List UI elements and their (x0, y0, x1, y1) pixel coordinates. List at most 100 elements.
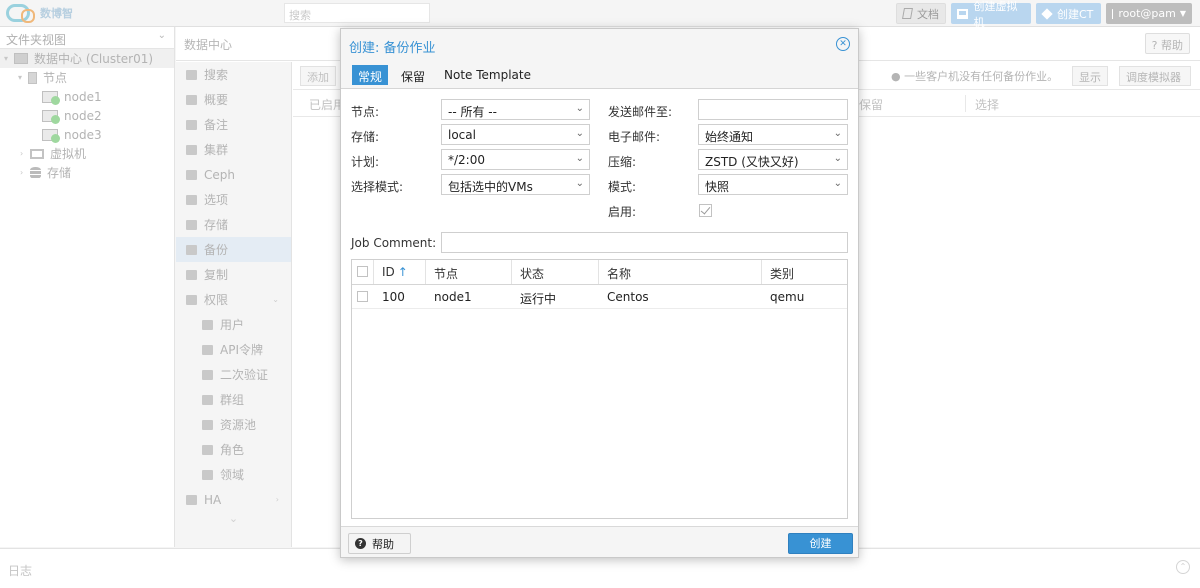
vm-table-header: ID ↑ 节点 状态 名称 类别 (352, 260, 847, 285)
col-type[interactable]: 类别 (762, 260, 847, 284)
nav-groups[interactable]: 群组 (176, 387, 291, 412)
chevron-down-icon: ⌄ (272, 295, 279, 304)
storage-label: 存储: (351, 130, 380, 144)
nav-label: 概要 (204, 93, 229, 107)
nav-users[interactable]: 用户 (176, 312, 291, 337)
create-button[interactable]: 创建 (788, 533, 853, 554)
schedule-select-value: */2:00 (448, 153, 485, 167)
nav-two-factor[interactable]: 二次验证 (176, 362, 291, 387)
tree-item-nodes[interactable]: ▾ 节点 (0, 68, 174, 87)
expand-icon[interactable]: › (20, 149, 30, 158)
global-search-input[interactable]: 搜索 (284, 3, 430, 23)
info-text: 一些客户机没有任何备份作业。 (904, 70, 1059, 83)
tree-item-node3[interactable]: node3 (0, 125, 174, 144)
help-button[interactable]: ? 帮助 (1144, 33, 1190, 54)
scroll-down-icon[interactable]: ⌄ (176, 512, 291, 525)
nav-roles[interactable]: 角色 (176, 437, 291, 462)
nav-cluster[interactable]: 集群 (176, 137, 291, 162)
collapse-icon[interactable]: ▾ (4, 54, 14, 63)
database-icon (186, 219, 197, 230)
row-checkbox[interactable] (357, 291, 368, 302)
nav-api-tokens[interactable]: API令牌 (176, 337, 291, 362)
select-all-cell (352, 260, 374, 284)
select-all-checkbox[interactable] (357, 266, 368, 277)
dialog-body: 节点: -- 所有 -- ⌄ 存储: local ⌄ 计划: */2:00 ⌄ … (341, 89, 858, 526)
add-button[interactable]: 添加 (300, 66, 336, 86)
enable-checkbox[interactable] (699, 204, 712, 217)
tree-item-node1[interactable]: node1 (0, 87, 174, 106)
ceph-icon (186, 169, 197, 180)
col-name[interactable]: 名称 (599, 260, 762, 284)
logo: 数博智 (6, 4, 73, 23)
selection-mode-value: 包括选中的VMs (448, 180, 533, 194)
mode-value: 快照 (705, 180, 730, 194)
create-ct-button[interactable]: 创建CT (1036, 3, 1101, 24)
help-label: 帮助 (1161, 39, 1183, 52)
user-outline-icon (202, 344, 213, 355)
column-divider (965, 95, 966, 112)
expand-icon[interactable]: › (20, 168, 30, 177)
monitor-icon (30, 148, 44, 159)
selection-mode-select[interactable]: 包括选中的VMs ⌄ (441, 174, 590, 195)
user-menu-button[interactable]: root@pam ▼ (1106, 3, 1192, 24)
col-selection[interactable]: 选择 (975, 96, 999, 113)
chevron-down-icon: ⌄ (833, 178, 842, 189)
create-vm-button[interactable]: 创建虚拟机 (951, 0, 1031, 29)
table-row[interactable]: 100 node1 运行中 Centos qemu (352, 285, 847, 309)
tab-note-template[interactable]: Note Template (438, 65, 537, 85)
nav-backup[interactable]: 备份 (176, 237, 291, 262)
tree-item-storage[interactable]: › 存储 (0, 163, 174, 182)
nav-permissions[interactable]: 权限 ⌄ (176, 287, 291, 312)
nav-replication[interactable]: 复制 (176, 262, 291, 287)
tree-item-datacenter[interactable]: ▾ 数据中心 (Cluster01) (0, 49, 174, 68)
storage-select[interactable]: local ⌄ (441, 124, 590, 145)
datacenter-icon (14, 53, 28, 64)
nav-label: 集群 (204, 143, 229, 157)
collapse-icon[interactable]: ▾ (18, 73, 28, 82)
view-select[interactable]: 文件夹视图 ⌄ (0, 27, 174, 49)
nav-ha[interactable]: HA › (176, 487, 291, 512)
send-email-input[interactable] (698, 99, 848, 120)
schedule-select[interactable]: */2:00 ⌄ (441, 149, 590, 170)
show-button[interactable]: 显示 (1072, 66, 1108, 86)
help-icon: ? (1151, 39, 1158, 52)
node-select[interactable]: -- 所有 -- ⌄ (441, 99, 590, 120)
nav-options[interactable]: 选项 (176, 187, 291, 212)
job-comment-input[interactable] (441, 232, 848, 253)
node-online-icon (42, 90, 60, 105)
mode-select[interactable]: 快照 ⌄ (698, 174, 848, 195)
tree-item-vms[interactable]: › 虚拟机 (0, 144, 174, 163)
logo-text: 数博智 (40, 7, 73, 20)
nav-label: 领域 (220, 468, 245, 482)
dialog-help-button[interactable]: ? 帮助 (348, 533, 411, 554)
col-id[interactable]: ID ↑ (374, 260, 426, 284)
col-status[interactable]: 状态 (512, 260, 599, 284)
tree-item-node2[interactable]: node2 (0, 106, 174, 125)
resource-tree: 文件夹视图 ⌄ ▾ 数据中心 (Cluster01) ▾ 节点 node1 no… (0, 27, 175, 547)
nav-notes[interactable]: 备注 (176, 112, 291, 137)
chevron-up-icon[interactable]: ⌃ (1176, 560, 1190, 574)
nav-realms[interactable]: 领域 (176, 462, 291, 487)
node-select-value: -- 所有 -- (448, 105, 497, 119)
nav-label: 角色 (220, 443, 245, 457)
row-name: Centos (607, 290, 649, 304)
docs-button[interactable]: 文档 (896, 3, 946, 24)
vm-selection-table: ID ↑ 节点 状态 名称 类别 100 node1 运行中 Centos qem… (351, 259, 848, 519)
nav-ceph[interactable]: Ceph (176, 162, 291, 187)
close-icon[interactable]: ✕ (836, 37, 850, 51)
tab-general[interactable]: 常规 (352, 65, 389, 85)
tab-retention[interactable]: 保留 (395, 65, 431, 85)
nav-search[interactable]: 搜索 (176, 62, 291, 87)
dialog-tabs: 常规 保留 Note Template (341, 61, 858, 89)
col-node[interactable]: 节点 (426, 260, 512, 284)
monitor-icon (957, 8, 969, 19)
schedule-simulator-button[interactable]: 调度模拟器 (1119, 66, 1191, 86)
compression-select[interactable]: ZSTD (又快又好) ⌄ (698, 149, 848, 170)
nav-summary[interactable]: 概要 (176, 87, 291, 112)
email-notify-select[interactable]: 始终通知 ⌄ (698, 124, 848, 145)
no-backup-info[interactable]: ● 一些客户机没有任何备份作业。 (891, 68, 1058, 84)
nav-storage[interactable]: 存储 (176, 212, 291, 237)
nav-pools[interactable]: 资源池 (176, 412, 291, 437)
col-retention[interactable]: 保留 (859, 96, 883, 113)
create-backup-dialog: 创建: 备份作业 ✕ 常规 保留 Note Template 节点: -- 所有… (340, 28, 859, 558)
